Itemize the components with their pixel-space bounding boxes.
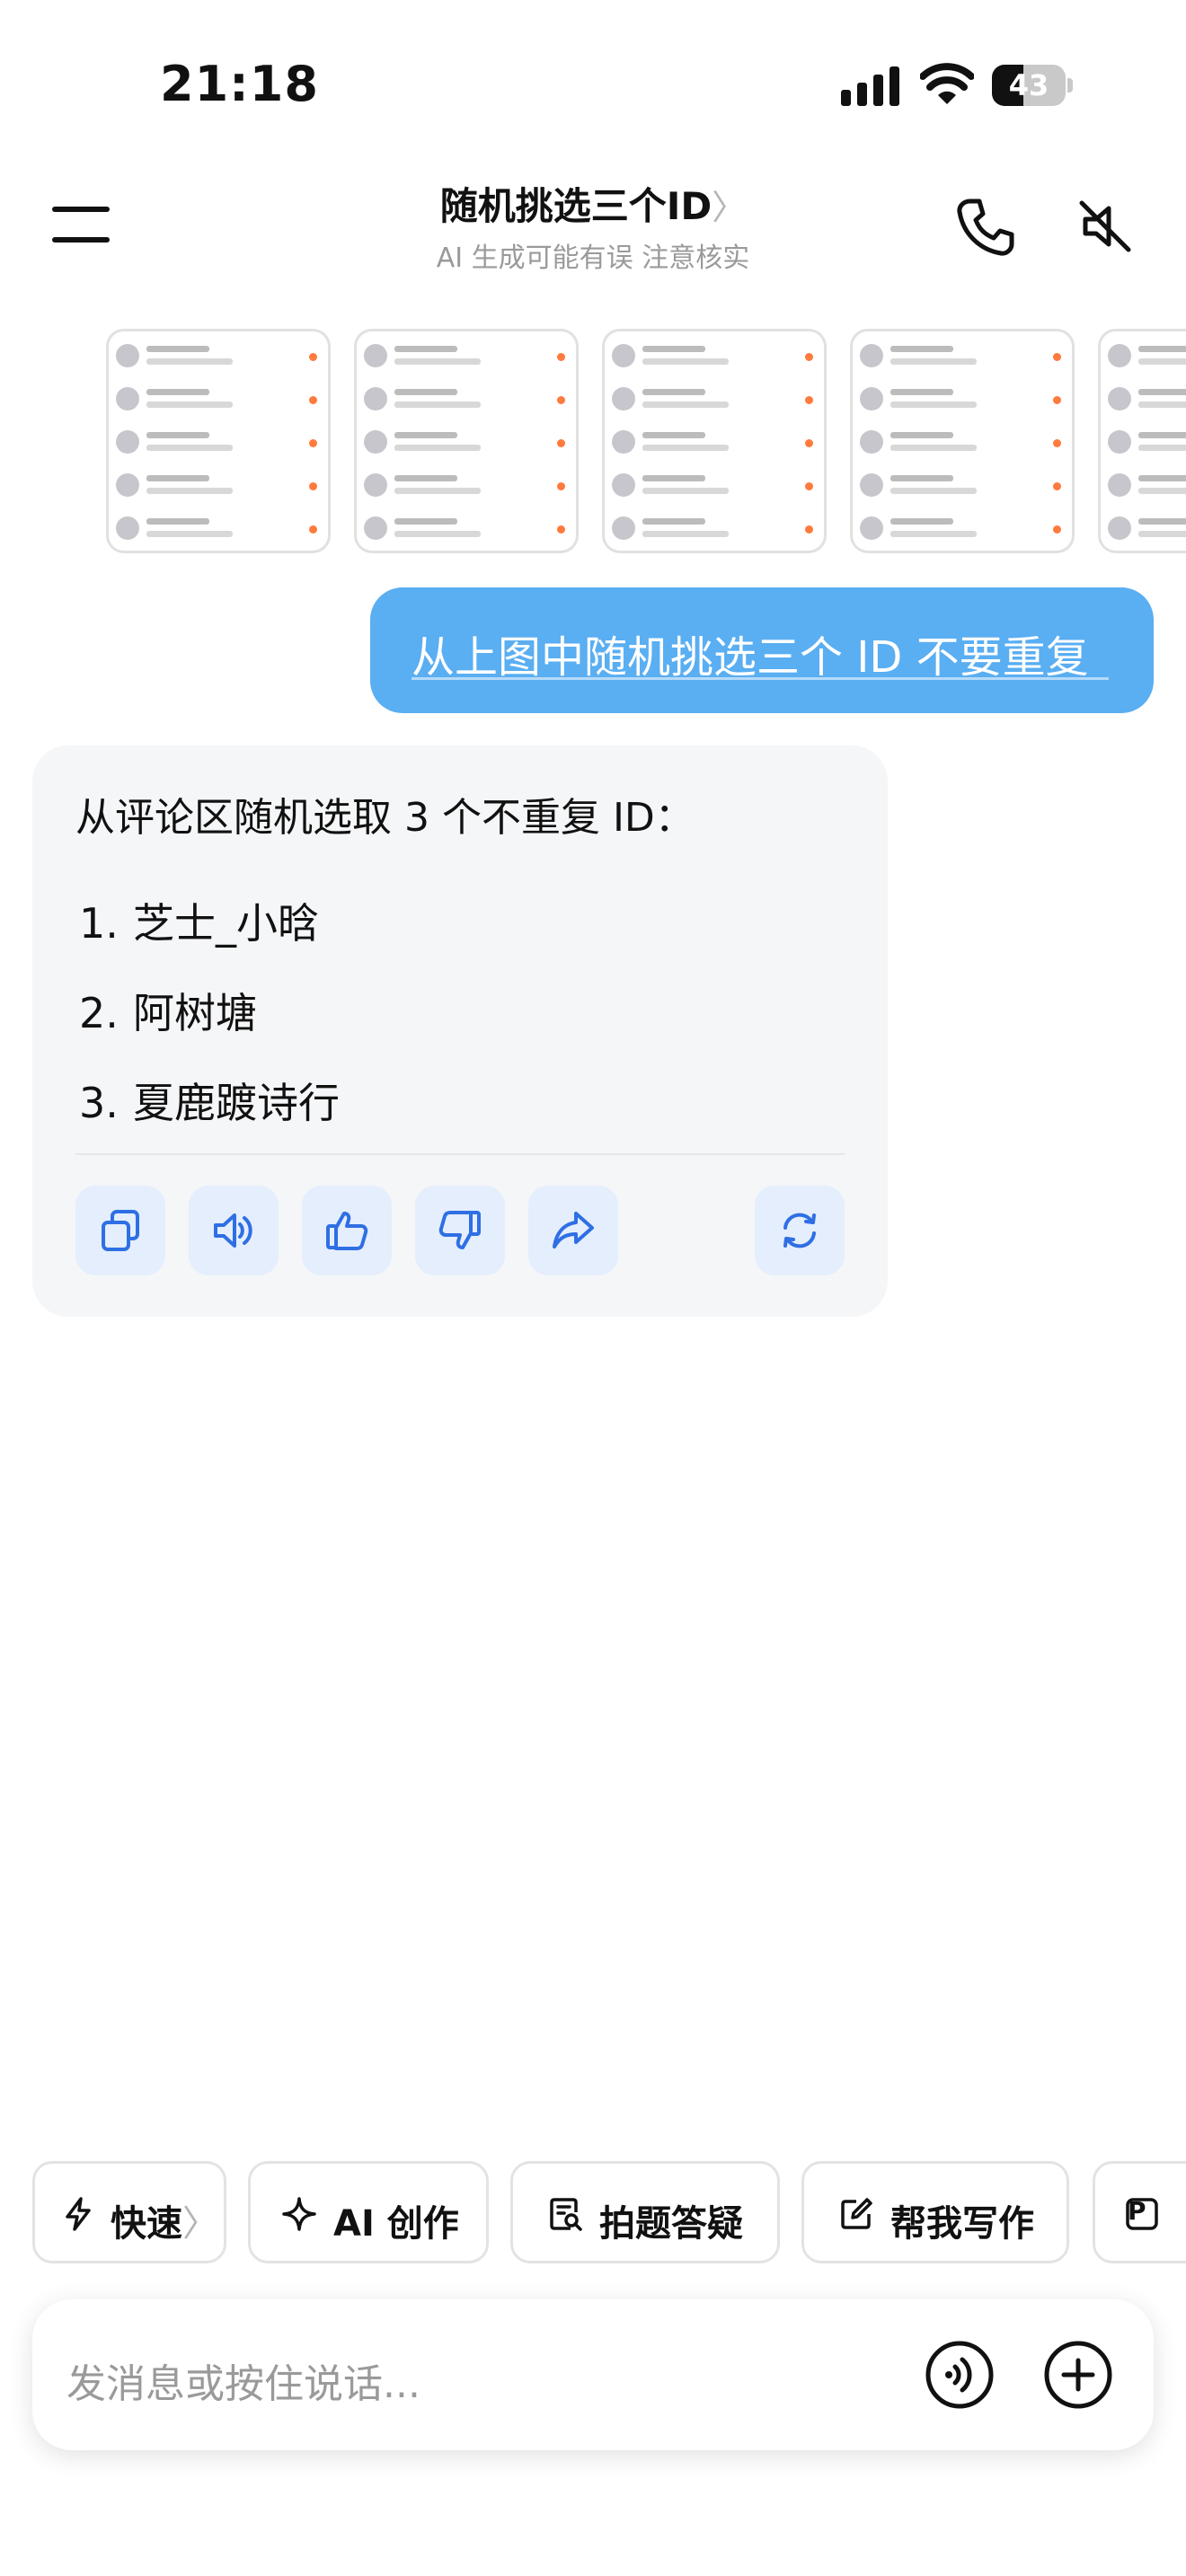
attached-image-thumbnail[interactable]	[106, 329, 331, 553]
edit-icon	[841, 2198, 872, 2229]
attached-image-thumbnail[interactable]	[602, 329, 827, 553]
list-item: 3. 夏鹿踱诗行	[79, 1079, 340, 1127]
attached-image-thumbnail[interactable]	[354, 329, 579, 553]
bot-message-card: 从评论区随机选取 3 个不重复 ID： 1. 芝士_小晗 2. 阿树塘 3. 夏鹿踱诗…	[32, 745, 888, 1317]
lightning-icon	[66, 2197, 91, 2231]
chat-screen: 21:18 43 随机挑选三个ID〉 AI 生成可能有误 注意核实 从上图中随机…	[0, 0, 1186, 2576]
battery-percent: 43	[1008, 68, 1049, 102]
phone-icon[interactable]	[954, 196, 1017, 259]
chip-help-write[interactable]: 帮我写作	[801, 2161, 1069, 2263]
plus-icon[interactable]	[1042, 2339, 1114, 2411]
read-aloud-icon	[214, 1213, 252, 1248]
bot-message-intro: 从评论区随机选取 3 个不重复 ID：	[75, 795, 695, 841]
status-time: 21:18	[160, 56, 319, 112]
list-item: 1. 芝士_小晗	[79, 899, 319, 948]
menu-icon[interactable]	[52, 205, 110, 244]
speaker-mute-icon[interactable]	[1076, 198, 1134, 255]
voice-input-icon[interactable]	[924, 2339, 996, 2411]
message-input-bar[interactable]: 发消息或按住说话...	[32, 2299, 1154, 2450]
read-aloud-button[interactable]	[189, 1186, 279, 1275]
share-button[interactable]	[528, 1186, 618, 1275]
title-chevron-icon: 〉	[712, 188, 747, 227]
chip-chevron-icon: 〉	[182, 2203, 218, 2245]
attached-image-thumbnail[interactable]	[850, 329, 1075, 553]
copy-icon	[102, 1210, 139, 1251]
message-input[interactable]: 发消息或按住说话...	[66, 2351, 420, 2409]
regenerate-button[interactable]	[755, 1186, 845, 1275]
thumbs-down-icon	[438, 1211, 481, 1249]
attached-image-thumbnail[interactable]	[1098, 329, 1186, 553]
conversation-title[interactable]: 随机挑选三个ID〉	[323, 176, 863, 231]
thumbs-up-button[interactable]	[302, 1186, 392, 1275]
regenerate-icon	[783, 1213, 816, 1248]
cellular-signal-icon	[841, 66, 899, 106]
chip-quick-mode[interactable]: 快速〉	[32, 2161, 226, 2263]
chip-ai-create[interactable]: AI 创作	[248, 2161, 489, 2263]
divider	[75, 1153, 845, 1155]
chip-photo-qa[interactable]: 拍题答疑	[510, 2161, 780, 2263]
chip-more[interactable]: P	[1093, 2161, 1186, 2263]
wifi-icon	[920, 63, 974, 104]
sparkle-icon	[282, 2197, 316, 2231]
attached-images-strip[interactable]	[0, 325, 1186, 557]
ai-disclaimer: AI 生成可能有误 注意核实	[436, 243, 750, 274]
list-item: 2. 阿树塘	[79, 989, 257, 1037]
user-message-text: 从上图中随机挑选三个 ID 不要重复	[412, 632, 1089, 683]
quick-action-chips: 快速〉 AI 创作 拍题答疑 帮我写作 P	[0, 2161, 1186, 2269]
doc-search-icon	[550, 2198, 582, 2231]
user-message-bubble[interactable]: 从上图中随机挑选三个 ID 不要重复	[370, 587, 1154, 713]
user-message-underline	[412, 677, 1109, 680]
copy-button[interactable]	[75, 1186, 165, 1275]
share-icon	[553, 1212, 594, 1248]
thumbs-up-icon	[326, 1212, 368, 1250]
thumbs-down-button[interactable]	[415, 1186, 505, 1275]
battery-indicator: 43	[992, 65, 1073, 106]
